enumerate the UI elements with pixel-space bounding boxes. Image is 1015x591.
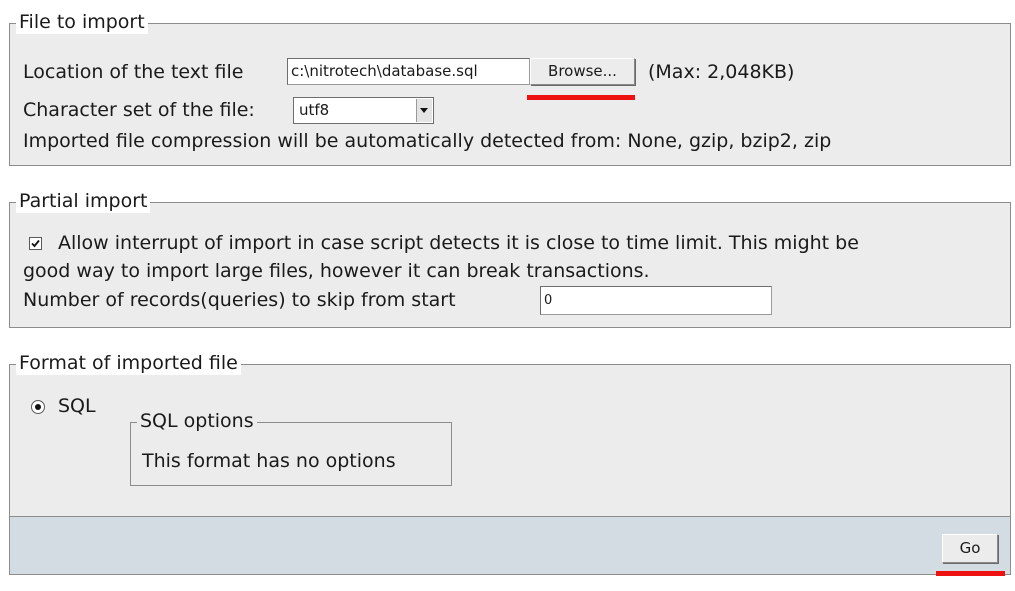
sql-options-fieldset: SQL options This format has no options — [130, 409, 452, 486]
charset-select[interactable]: utf8 — [293, 97, 434, 124]
file-to-import-fieldset: File to import Location of the text file… — [9, 10, 1011, 166]
browse-button[interactable]: Browse... — [530, 58, 635, 85]
skip-records-input[interactable]: 0 — [540, 286, 772, 315]
sql-radio-button[interactable] — [31, 400, 45, 414]
skip-records-label: Number of records(queries) to skip from … — [23, 289, 456, 311]
radio-selected-dot — [35, 404, 41, 410]
partial-import-fieldset: Partial import Allow interrupt of import… — [9, 189, 1011, 328]
dropdown-arrow-icon[interactable] — [416, 99, 432, 122]
format-legend: Format of imported file — [16, 351, 241, 375]
go-highlight-underline — [936, 571, 1005, 576]
allow-interrupt-text-line2: good way to import large files, however … — [23, 260, 650, 282]
allow-interrupt-text-line1: Allow interrupt of import in case script… — [58, 232, 859, 254]
file-to-import-legend: File to import — [16, 10, 148, 34]
location-label: Location of the text file — [23, 61, 244, 83]
sql-options-note: This format has no options — [142, 450, 396, 472]
sql-label: SQL — [58, 395, 96, 417]
file-path-input[interactable]: c:\nitrotech\database.sql — [287, 58, 530, 85]
allow-interrupt-checkbox[interactable] — [29, 237, 42, 250]
charset-label: Character set of the file: — [23, 99, 255, 121]
footer-bar: Go — [9, 516, 1011, 575]
format-fieldset: Format of imported file SQL SQL options … — [9, 351, 1011, 518]
sql-options-legend: SQL options — [137, 409, 257, 433]
max-size-note: (Max: 2,048KB) — [648, 61, 795, 83]
partial-import-legend: Partial import — [16, 189, 151, 213]
checkmark-icon — [31, 239, 40, 248]
go-button[interactable]: Go — [942, 534, 998, 563]
compression-note: Imported file compression will be automa… — [23, 130, 832, 152]
browse-highlight-underline — [527, 95, 635, 100]
charset-selected-value: utf8 — [299, 101, 330, 119]
